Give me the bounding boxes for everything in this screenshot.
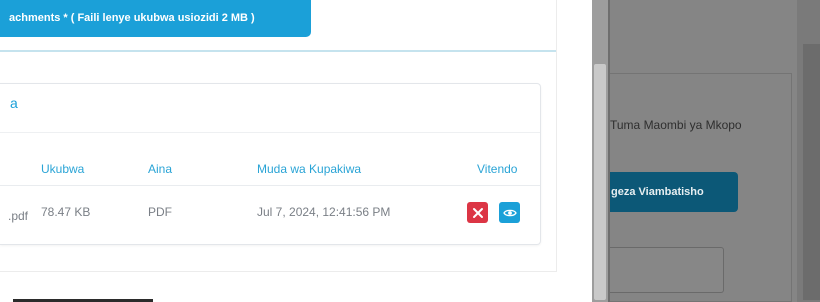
section-separator [0, 50, 556, 52]
modal-backdrop: Tuma Maombi ya Mkopo geza Viambatisho [592, 0, 820, 302]
files-card-title: a [10, 95, 18, 111]
view-file-button[interactable] [499, 202, 520, 223]
modal-heading-text: Tuma Maombi ya Mkopo [610, 118, 742, 132]
file-size-cell: 78.47 KB [41, 205, 91, 219]
overlay-right-strip [797, 0, 820, 302]
scrollbar-thumb[interactable] [594, 64, 606, 300]
overlay-right-panel [803, 44, 820, 300]
column-header-type: Aina [148, 162, 173, 176]
file-type-cell: PDF [148, 205, 172, 219]
card-divider [0, 132, 540, 133]
attachments-header-button[interactable]: achments * ( Faili lenye ukubwa usiozidi… [0, 0, 311, 37]
column-header-uploaded: Muda wa Kupakiwa [257, 162, 362, 176]
add-attachments-button[interactable]: geza Viambatisho [610, 172, 738, 212]
close-icon [472, 207, 483, 218]
page-scrollbar[interactable] [592, 0, 608, 302]
column-header-actions: Vitendo [477, 162, 518, 176]
delete-file-button[interactable] [467, 202, 488, 223]
modal-dialog: Tuma Maombi ya Mkopo geza Viambatisho [610, 0, 797, 302]
modal-input-field[interactable] [610, 247, 724, 293]
column-header-size: Ukubwa [41, 162, 85, 176]
eye-icon [502, 209, 517, 216]
file-uploaded-cell: Jul 7, 2024, 12:41:56 PM [257, 205, 391, 219]
uploaded-files-card: a Ukubwa Aina Muda wa Kupakiwa Vitendo .… [0, 83, 541, 245]
file-name-cell: .pdf [8, 209, 29, 223]
attachments-panel: achments * ( Faili lenye ukubwa usiozidi… [0, 0, 592, 302]
header-row-divider [0, 185, 540, 186]
